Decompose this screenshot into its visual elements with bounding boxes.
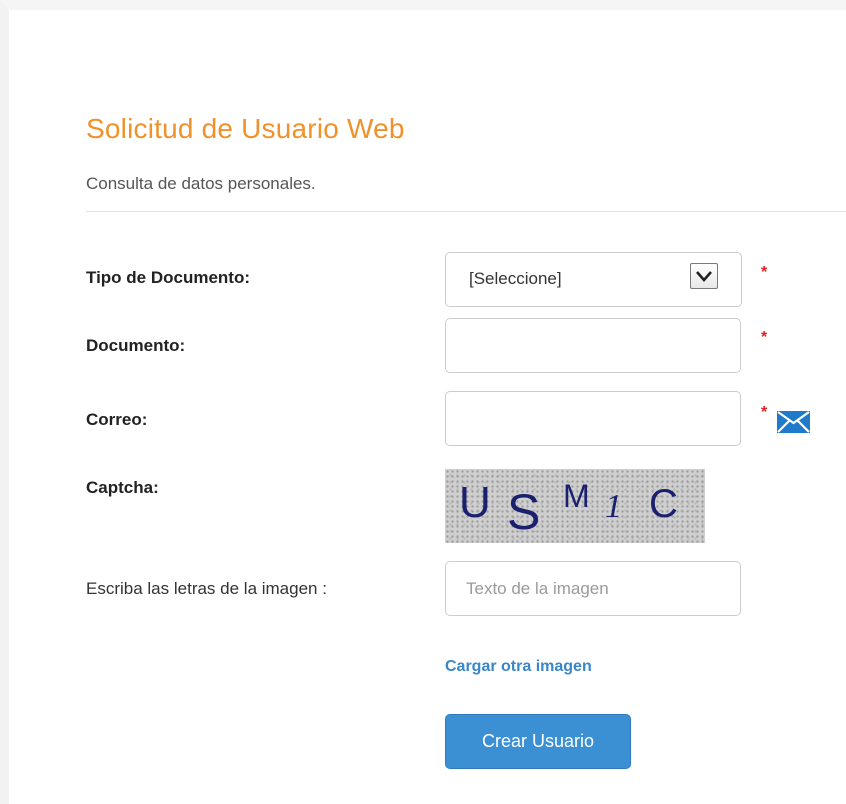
- captcha-input-label: Escriba las letras de la imagen :: [86, 579, 327, 598]
- documento-label: Documento:: [86, 336, 186, 355]
- divider: [86, 211, 846, 212]
- tipo-documento-selected-value: [Seleccione]: [469, 269, 562, 288]
- mail-icon: [777, 411, 810, 433]
- correo-input[interactable]: [445, 391, 741, 446]
- captcha-text-input[interactable]: [445, 561, 741, 616]
- svg-text:1: 1: [605, 488, 622, 525]
- captcha-image: U S M 1 C: [445, 469, 705, 543]
- svg-text:S: S: [507, 484, 540, 540]
- crear-usuario-button[interactable]: Crear Usuario: [445, 714, 631, 769]
- required-mark: *: [761, 264, 768, 281]
- tipo-documento-label: Tipo de Documento:: [86, 268, 251, 287]
- captcha-label: Captcha:: [86, 478, 159, 497]
- page-title: Solicitud de Usuario Web: [86, 113, 405, 144]
- page-frame: Solicitud de Usuario Web Consulta de dat…: [0, 0, 846, 804]
- required-mark: *: [761, 329, 768, 346]
- svg-text:M: M: [563, 478, 590, 514]
- required-mark: *: [761, 404, 768, 421]
- page-subtitle: Consulta de datos personales.: [86, 174, 316, 193]
- svg-text:U: U: [459, 478, 491, 527]
- svg-text:C: C: [649, 482, 678, 526]
- correo-label: Correo:: [86, 410, 148, 429]
- documento-input[interactable]: [445, 318, 741, 373]
- reload-captcha-link[interactable]: Cargar otra imagen: [445, 658, 592, 676]
- tipo-documento-select[interactable]: [Seleccione]: [445, 252, 742, 307]
- chevron-down-icon[interactable]: [690, 263, 718, 289]
